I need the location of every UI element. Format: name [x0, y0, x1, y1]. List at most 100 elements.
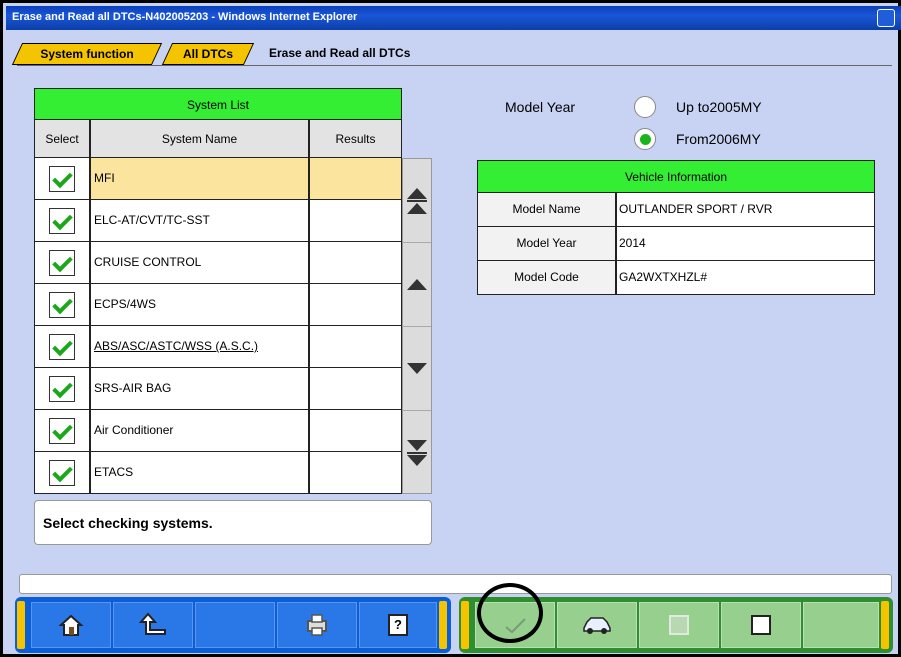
- scroll-top-icon: [407, 187, 427, 199]
- system-name: ABS/ASC/ASTC/WSS (A.S.C.): [90, 326, 309, 368]
- model-year-label: Model Year: [505, 99, 576, 115]
- vehicle-info-value: 2014: [616, 227, 875, 261]
- system-name: SRS-AIR BAG: [90, 368, 309, 410]
- help-button[interactable]: ?: [359, 602, 437, 648]
- help-icon: ?: [388, 614, 408, 636]
- vehicle-info-label: Model Year: [477, 227, 616, 261]
- system-name: ECPS/4WS: [90, 284, 309, 326]
- table-row[interactable]: CRUISE CONTROL: [34, 242, 402, 284]
- scroll-bottom-bar-icon: [407, 452, 427, 454]
- system-result: [309, 452, 402, 494]
- table-row: Model Year 2014: [477, 227, 875, 261]
- table-row[interactable]: SRS-AIR BAG: [34, 368, 402, 410]
- scrollbar[interactable]: [402, 158, 432, 494]
- system-list-title: System List: [34, 88, 402, 120]
- system-checkbox[interactable]: [49, 165, 75, 192]
- select-cell: [34, 452, 90, 494]
- back-button[interactable]: [113, 602, 193, 648]
- message-box: Select checking systems.: [34, 500, 432, 545]
- back-icon: [138, 612, 166, 635]
- breadcrumb-label: System function: [40, 47, 134, 61]
- system-name: ETACS: [90, 452, 309, 494]
- table-row[interactable]: ECPS/4WS: [34, 284, 402, 326]
- system-checkbox[interactable]: [49, 459, 75, 486]
- printer-icon: [307, 614, 327, 636]
- system-checkbox[interactable]: [49, 375, 75, 402]
- check-all-button[interactable]: [639, 602, 719, 648]
- system-name: CRUISE CONTROL: [90, 242, 309, 284]
- vehicle-info-table: Model Name OUTLANDER SPORT / RVR Model Y…: [477, 193, 875, 295]
- vehicle-button[interactable]: [557, 602, 637, 648]
- select-cell: [34, 368, 90, 410]
- vehicle-info-label: Model Name: [477, 193, 616, 227]
- vehicle-info-title: Vehicle Information: [477, 160, 875, 193]
- table-row: Model Name OUTLANDER SPORT / RVR: [477, 193, 875, 227]
- status-bar: [19, 574, 892, 594]
- system-checkbox[interactable]: [49, 417, 75, 444]
- table-row[interactable]: ELC-AT/CVT/TC-SST: [34, 200, 402, 242]
- select-cell: [34, 158, 90, 200]
- toolbar-group-left: ?: [15, 597, 451, 653]
- system-result: [309, 410, 402, 452]
- scroll-top-icon: [407, 202, 427, 214]
- uncheck-all-button[interactable]: [721, 602, 801, 648]
- column-header-results: Results: [309, 120, 402, 158]
- toolbar-cap: [439, 601, 447, 649]
- window-control-button[interactable]: [877, 9, 895, 27]
- home-button[interactable]: [31, 602, 111, 648]
- system-list: MFI ELC-AT/CVT/TC-SST CRUISE CONTROL ECP…: [34, 158, 402, 494]
- toolbar-cap: [881, 601, 889, 649]
- system-list-column-headers: Select System Name Results: [34, 120, 402, 158]
- home-icon: [58, 614, 84, 636]
- toolbar: ?: [15, 597, 895, 653]
- system-checkbox[interactable]: [49, 207, 75, 234]
- print-button[interactable]: [277, 602, 357, 648]
- system-result: [309, 326, 402, 368]
- system-checkbox[interactable]: [49, 291, 75, 318]
- toolbar-cap: [461, 601, 469, 649]
- divider: [17, 65, 892, 66]
- scroll-bottom-icon: [407, 455, 427, 466]
- toolbar-blank-button: [803, 602, 879, 648]
- system-name: MFI: [90, 158, 309, 200]
- table-row[interactable]: Air Conditioner: [34, 410, 402, 452]
- scroll-bottom-icon: [407, 440, 427, 451]
- scroll-top-bar-icon: [407, 199, 427, 202]
- arrow-down-icon: [407, 363, 427, 374]
- table-row[interactable]: MFI: [34, 158, 402, 200]
- window-title: Erase and Read all DTCs-N402005203 - Win…: [12, 11, 358, 23]
- radio-label: From2006MY: [676, 131, 761, 147]
- toolbar-cap: [17, 601, 25, 649]
- arrow-up-icon: [407, 279, 427, 290]
- title-bar: Erase and Read all DTCs-N402005203 - Win…: [6, 6, 901, 30]
- scroll-up-button[interactable]: [403, 243, 431, 327]
- table-row: Model Code GA2WXTXHZL#: [477, 261, 875, 295]
- radio-button[interactable]: [634, 96, 656, 118]
- radio-up-to-2005[interactable]: Up to2005MY: [634, 96, 762, 118]
- system-result: [309, 284, 402, 326]
- system-checkbox[interactable]: [49, 249, 75, 276]
- vehicle-info-value: GA2WXTXHZL#: [616, 261, 875, 295]
- vehicle-info-value: OUTLANDER SPORT / RVR: [616, 193, 875, 227]
- breadcrumb-current: Erase and Read all DTCs: [269, 46, 411, 60]
- select-cell: [34, 284, 90, 326]
- select-cell: [34, 410, 90, 452]
- radio-button[interactable]: [634, 128, 656, 150]
- select-cell: [34, 326, 90, 368]
- system-result: [309, 242, 402, 284]
- breadcrumb-label: All DTCs: [182, 47, 233, 61]
- scroll-top-button[interactable]: [403, 159, 431, 243]
- radio-label: Up to2005MY: [676, 99, 762, 115]
- system-checkbox[interactable]: [49, 333, 75, 360]
- scroll-bottom-button[interactable]: [403, 411, 431, 495]
- table-row[interactable]: ETACS: [34, 452, 402, 494]
- check-all-icon: [669, 615, 689, 635]
- breadcrumb-system-function[interactable]: System function: [11, 43, 163, 65]
- column-header-select: Select: [34, 120, 90, 158]
- system-name: Air Conditioner: [90, 410, 309, 452]
- table-row[interactable]: ABS/ASC/ASTC/WSS (A.S.C.): [34, 326, 402, 368]
- system-result: [309, 200, 402, 242]
- scroll-down-button[interactable]: [403, 327, 431, 411]
- radio-from-2006[interactable]: From2006MY: [634, 128, 761, 150]
- breadcrumb-all-dtcs[interactable]: All DTCs: [161, 43, 255, 65]
